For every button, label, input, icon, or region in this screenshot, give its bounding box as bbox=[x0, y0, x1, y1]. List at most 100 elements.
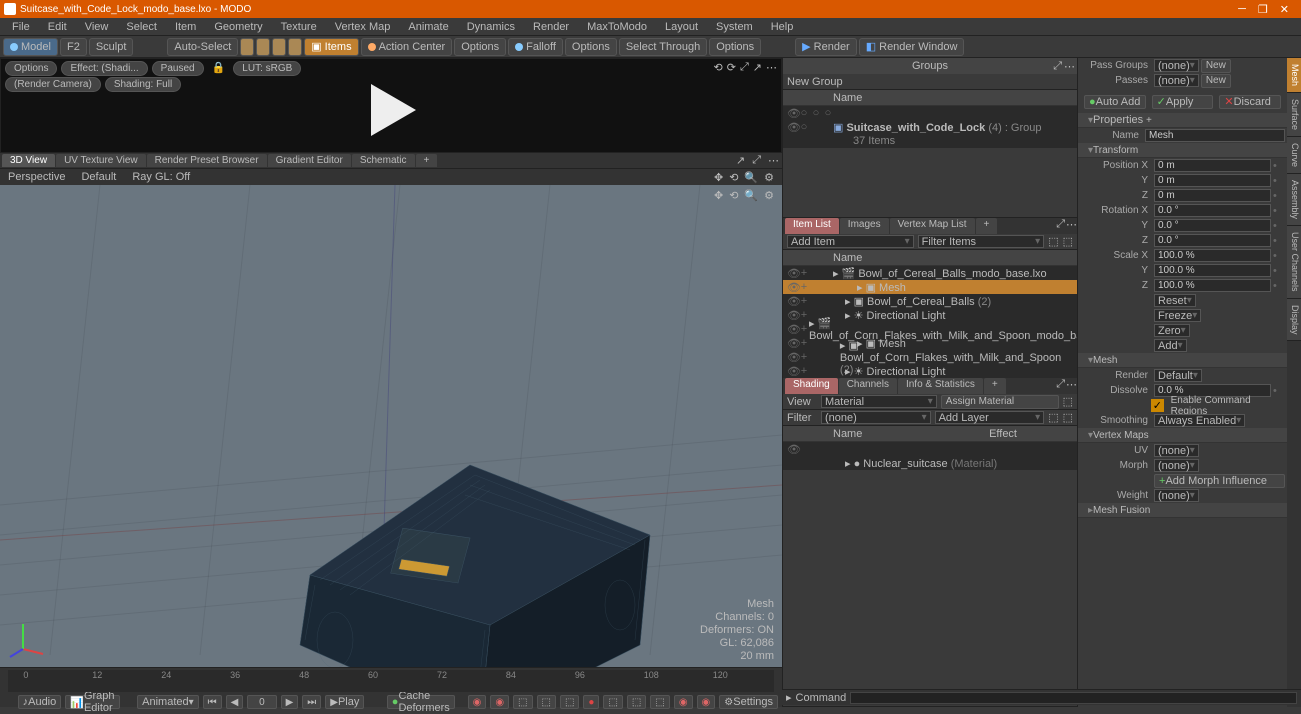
reset-dd[interactable]: Reset bbox=[1154, 294, 1196, 307]
tl-icon-2[interactable]: ◉ bbox=[490, 695, 509, 709]
prev-frame-button[interactable]: ◀ bbox=[226, 695, 244, 709]
preview-shading[interactable]: Shading: Full bbox=[105, 77, 181, 92]
vp-tool-gear-icon[interactable]: ⚙ bbox=[764, 189, 774, 202]
preview-paused[interactable]: Paused bbox=[152, 61, 204, 76]
render-button[interactable]: ▶Render bbox=[795, 38, 857, 56]
preview-options[interactable]: Options bbox=[5, 61, 57, 76]
passgroups-dd[interactable]: (none) bbox=[1154, 59, 1199, 72]
vp-rotate-icon[interactable]: ⟲ bbox=[729, 171, 738, 184]
select-through-button[interactable]: Select Through bbox=[619, 38, 707, 56]
timeline-ruler[interactable]: 0 12 24 36 48 60 72 84 96 108 120 bbox=[8, 670, 774, 692]
vp-tool-zoom-icon[interactable]: 🔍 bbox=[744, 189, 758, 202]
sclz-input[interactable]: 100.0 % bbox=[1154, 279, 1271, 292]
tl-icon-7[interactable]: ⬚ bbox=[603, 695, 622, 709]
vmaps-header[interactable]: Vertex Maps bbox=[1078, 428, 1287, 443]
tab-add-2[interactable]: + bbox=[976, 218, 998, 234]
sh-btn-2[interactable]: ⬚ bbox=[1048, 411, 1058, 424]
sel-mode-3[interactable] bbox=[272, 38, 286, 56]
render-window-button[interactable]: ◧Render Window bbox=[859, 38, 965, 56]
posz-input[interactable]: 0 m bbox=[1154, 189, 1271, 202]
add-layer-dropdown[interactable]: Add Layer bbox=[935, 411, 1045, 424]
vp-gear-icon[interactable]: ⚙ bbox=[764, 171, 774, 184]
add-item-dropdown[interactable]: Add Item bbox=[787, 235, 914, 248]
mesh-header[interactable]: Mesh bbox=[1078, 353, 1287, 368]
falloff-button[interactable]: Falloff bbox=[508, 38, 563, 56]
model-button[interactable]: Model bbox=[3, 38, 58, 56]
lock-icon[interactable]: 🔒 bbox=[208, 61, 230, 76]
prev-icon-3[interactable]: ⤢ bbox=[740, 61, 749, 74]
tl-icon-9[interactable]: ⬚ bbox=[650, 695, 669, 709]
item-row[interactable]: 👁+▸ ▣ Bowl_of_Cereal_Balls (2) bbox=[783, 294, 1077, 308]
menu-dynamics[interactable]: Dynamics bbox=[459, 19, 523, 35]
il-btn-1[interactable]: ⬚ bbox=[1048, 235, 1058, 248]
menu-layout[interactable]: Layout bbox=[657, 19, 706, 35]
action-center-button[interactable]: Action Center bbox=[361, 38, 453, 56]
cache-deformers-button[interactable]: ●Cache Deformers bbox=[387, 695, 455, 709]
tab-gradient[interactable]: Gradient Editor bbox=[268, 154, 351, 167]
vp-raygl[interactable]: Ray GL: Off bbox=[132, 171, 190, 183]
rtab-display[interactable]: Display bbox=[1287, 299, 1301, 342]
new-pass-button[interactable]: New bbox=[1201, 74, 1231, 88]
sh-btn-3[interactable]: ⬚ bbox=[1063, 411, 1073, 424]
preview-lut[interactable]: LUT: sRGB bbox=[233, 61, 301, 76]
passes-dd[interactable]: (none) bbox=[1154, 74, 1199, 87]
audio-button[interactable]: ♪Audio bbox=[18, 695, 62, 709]
last-frame-button[interactable]: ⏭ bbox=[302, 695, 321, 709]
posx-input[interactable]: 0 m bbox=[1154, 159, 1271, 172]
settings-button[interactable]: ⚙ Settings bbox=[719, 695, 778, 709]
sh-max-icon[interactable]: ⤢ bbox=[1056, 378, 1065, 394]
material-dropdown[interactable]: Material bbox=[821, 395, 937, 408]
tl-icon-3[interactable]: ⬚ bbox=[513, 695, 532, 709]
tl-icon-5[interactable]: ⬚ bbox=[560, 695, 579, 709]
apply-button[interactable]: ✓ Apply bbox=[1152, 95, 1214, 109]
prev-icon-1[interactable]: ⟲ bbox=[714, 61, 723, 74]
panel-menu-icon[interactable]: ⋯ bbox=[1064, 60, 1075, 73]
animated-dropdown[interactable]: Animated ▾ bbox=[137, 695, 199, 709]
autoselect-button[interactable]: Auto-Select bbox=[167, 38, 238, 56]
uv-dd[interactable]: (none) bbox=[1154, 444, 1199, 457]
il-menu-icon[interactable]: ⋯ bbox=[1066, 218, 1077, 234]
vp-icon-3[interactable]: ⋯ bbox=[765, 154, 782, 167]
tab-channels[interactable]: Channels bbox=[839, 378, 897, 394]
weight-dd[interactable]: (none) bbox=[1154, 489, 1199, 502]
properties-header[interactable]: Properties + bbox=[1078, 113, 1287, 128]
tab-itemlist[interactable]: Item List bbox=[785, 218, 839, 234]
next-frame-button[interactable]: ▶ bbox=[281, 695, 299, 709]
autoadd-button[interactable]: ● Auto Add bbox=[1084, 95, 1146, 109]
menu-vertexmap[interactable]: Vertex Map bbox=[327, 19, 399, 35]
prev-icon-5[interactable]: ⋯ bbox=[766, 61, 777, 74]
scly-input[interactable]: 100.0 % bbox=[1154, 264, 1271, 277]
tab-info[interactable]: Info & Statistics bbox=[898, 378, 983, 394]
prev-icon-4[interactable]: ↗ bbox=[753, 61, 762, 74]
prev-icon-2[interactable]: ⟳ bbox=[727, 61, 736, 74]
discard-button[interactable]: ✕ Discard bbox=[1219, 95, 1281, 109]
panel-max-icon[interactable]: ⤢ bbox=[1053, 60, 1062, 73]
sel-mode-2[interactable] bbox=[256, 38, 270, 56]
play-button[interactable]: ▶ Play bbox=[325, 695, 364, 709]
first-frame-button[interactable]: ⏮ bbox=[203, 695, 222, 709]
menu-render[interactable]: Render bbox=[525, 19, 577, 35]
sclx-input[interactable]: 100.0 % bbox=[1154, 249, 1271, 262]
tl-icon-11[interactable]: ◉ bbox=[697, 695, 716, 709]
sh-btn-1[interactable]: ⬚ bbox=[1063, 395, 1073, 408]
transform-header[interactable]: Transform bbox=[1078, 143, 1287, 158]
il-max-icon[interactable]: ⤢ bbox=[1056, 218, 1065, 234]
tl-icon-4[interactable]: ⬚ bbox=[537, 695, 556, 709]
render-dd[interactable]: Default bbox=[1154, 369, 1202, 382]
tab-vmaplist[interactable]: Vertex Map List bbox=[890, 218, 975, 234]
frame-input[interactable]: 0 bbox=[247, 695, 276, 709]
options-button-2[interactable]: Options bbox=[565, 38, 617, 56]
menu-maxtomodo[interactable]: MaxToModo bbox=[579, 19, 655, 35]
sel-mode-4[interactable] bbox=[288, 38, 302, 56]
close-button[interactable]: ✕ bbox=[1280, 3, 1289, 16]
freeze-dd[interactable]: Freeze bbox=[1154, 309, 1201, 322]
roty-input[interactable]: 0.0 ° bbox=[1154, 219, 1271, 232]
vp-move-icon[interactable]: ✥ bbox=[714, 171, 723, 184]
menu-view[interactable]: View bbox=[77, 19, 117, 35]
tl-icon-8[interactable]: ⬚ bbox=[627, 695, 646, 709]
il-btn-2[interactable]: ⬚ bbox=[1063, 235, 1073, 248]
menu-texture[interactable]: Texture bbox=[273, 19, 325, 35]
new-passgroup-button[interactable]: New bbox=[1201, 59, 1231, 73]
tab-uv[interactable]: UV Texture View bbox=[56, 154, 146, 167]
name-input[interactable] bbox=[1145, 129, 1285, 142]
